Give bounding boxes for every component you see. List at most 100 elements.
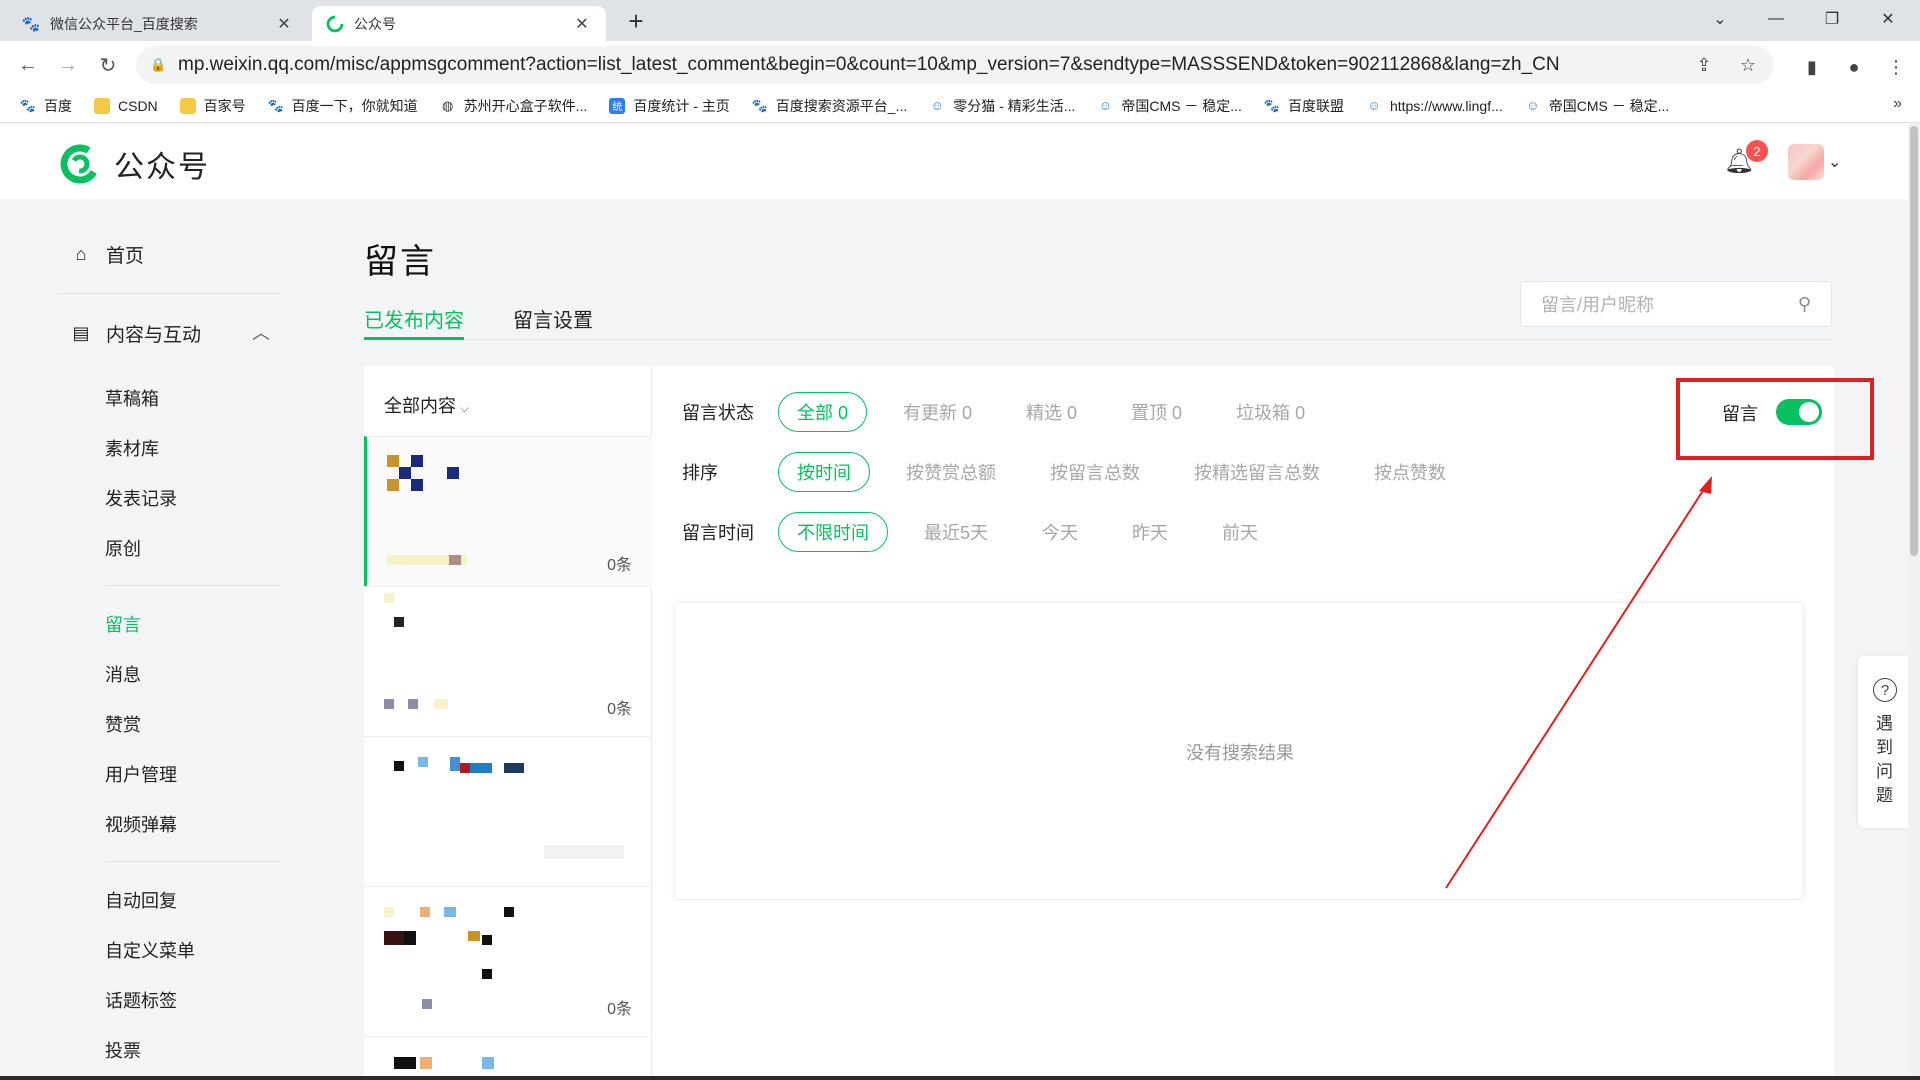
baidu-paw-icon: 🐾: [1263, 97, 1281, 113]
wechat-mp-icon: [326, 15, 344, 33]
brand[interactable]: 公众号: [58, 142, 210, 186]
menu-kebab-icon[interactable]: ⋮: [1884, 55, 1908, 79]
bookmark-item[interactable]: CSDN: [94, 97, 158, 114]
time-today[interactable]: 今天: [1024, 512, 1096, 552]
chevron-down-icon[interactable]: ⌄: [1828, 152, 1841, 172]
sort-by-reward[interactable]: 按赞赏总额: [888, 452, 1014, 492]
sidebar-item-home[interactable]: ⌂ 首页: [70, 241, 144, 268]
tab-comment-settings[interactable]: 留言设置: [513, 304, 593, 333]
sidebar-item-auto-reply[interactable]: 自动回复: [105, 887, 177, 913]
blurred-thumbnail: [447, 467, 459, 479]
tab-published[interactable]: 已发布内容: [364, 304, 464, 333]
sidebar-section-content[interactable]: ▤ 内容与互动: [70, 320, 201, 347]
bookmark-item[interactable]: 🐾 百度联盟: [1264, 96, 1344, 116]
sidepanel-icon[interactable]: ▮: [1800, 55, 1824, 79]
search-placeholder[interactable]: 留言/用户昵称: [1541, 291, 1798, 317]
sort-by-comment-count[interactable]: 按留言总数: [1032, 452, 1158, 492]
sidebar-item-topic-tags[interactable]: 话题标签: [105, 987, 177, 1013]
time-any[interactable]: 不限时间: [778, 512, 888, 552]
blurred-thumbnail: [482, 935, 492, 945]
filter-status-pinned[interactable]: 置顶 0: [1113, 392, 1200, 432]
sidebar-item-comments[interactable]: 留言: [105, 611, 141, 637]
close-window-button[interactable]: ✕: [1860, 0, 1916, 38]
scrollbar-thumb[interactable]: [1910, 126, 1918, 556]
comment-toggle-switch[interactable]: [1776, 399, 1822, 425]
bookmark-item[interactable]: 🐾 百度一下，你就知道: [268, 96, 418, 116]
blurred-text: [422, 999, 432, 1009]
blurred-thumbnail: [384, 907, 394, 917]
search-input[interactable]: 留言/用户昵称 ⚲: [1520, 281, 1832, 327]
page-scrollbar[interactable]: [1908, 124, 1920, 1080]
bookmark-item[interactable]: 百家号: [179, 96, 246, 116]
sidebar-item-materials[interactable]: 素材库: [105, 435, 159, 461]
profile-icon[interactable]: ●: [1842, 55, 1866, 79]
forward-icon[interactable]: →: [54, 51, 82, 79]
filter-status-featured[interactable]: 精选 0: [1008, 392, 1095, 432]
chevron-up-icon[interactable]: ︿: [252, 319, 270, 345]
lock-icon[interactable]: 🔒: [150, 57, 166, 73]
sidebar-item-publish-records[interactable]: 发表记录: [105, 485, 177, 511]
time-yesterday[interactable]: 昨天: [1114, 512, 1186, 552]
share-icon[interactable]: ⇪: [1692, 55, 1716, 76]
list-item[interactable]: 0条: [364, 886, 652, 1036]
sidebar-item-reward[interactable]: 赞赏: [105, 711, 141, 737]
bookmark-item[interactable]: ☺ https://www.lingf...: [1366, 98, 1502, 114]
filter-label: 留言时间: [682, 523, 754, 543]
sidebar-item-original[interactable]: 原创: [105, 535, 141, 561]
list-item[interactable]: 0条: [364, 586, 652, 736]
sidebar-item-users[interactable]: 用户管理: [105, 761, 177, 787]
blurred-text: [384, 699, 394, 709]
bookmark-star-icon[interactable]: ☆: [1736, 55, 1760, 76]
back-icon[interactable]: ←: [14, 51, 42, 79]
time-day-before[interactable]: 前天: [1204, 512, 1276, 552]
folder-icon: [179, 97, 196, 114]
new-tab-button[interactable]: +: [622, 8, 650, 34]
divider: [105, 585, 280, 586]
bookmark-item[interactable]: ◍ 苏州开心盒子软件...: [440, 96, 587, 116]
bookmark-item[interactable]: 🐾 百度搜索资源平台_...: [752, 96, 908, 116]
bookmark-item[interactable]: ☺ 帝国CMS － 稳定...: [1097, 96, 1242, 116]
sort-by-likes[interactable]: 按点赞数: [1356, 452, 1464, 492]
blurred-thumbnail: [482, 969, 492, 979]
sidebar-item-drafts[interactable]: 草稿箱: [105, 385, 159, 411]
filter-status-updated[interactable]: 有更新 0: [885, 392, 990, 432]
close-tab-icon[interactable]: ✕: [572, 14, 592, 34]
close-tab-icon[interactable]: ✕: [274, 14, 294, 34]
filter-status-trash[interactable]: 垃圾箱 0: [1218, 392, 1323, 432]
list-item[interactable]: 0条: [364, 436, 652, 586]
blurred-thumbnail: [460, 763, 470, 773]
sidebar-item-messages[interactable]: 消息: [105, 661, 141, 687]
address-bar[interactable]: 🔒 mp.weixin.qq.com/misc/appmsgcomment?ac…: [136, 46, 1774, 84]
bookmark-item[interactable]: 🐾 百度: [20, 96, 72, 116]
avatar[interactable]: [1788, 144, 1824, 180]
list-item[interactable]: [364, 736, 652, 886]
tab-underline: [364, 337, 464, 340]
sidebar-item-custom-menu[interactable]: 自定义菜单: [105, 937, 195, 963]
cat-icon: ☺: [930, 98, 944, 113]
bookmark-label: 百度: [44, 97, 72, 114]
bookmark-item[interactable]: ☺ 零分猫 - 精彩生活...: [929, 96, 1076, 116]
search-icon[interactable]: ⚲: [1798, 294, 1811, 315]
content-filter-dropdown[interactable]: 全部内容 ⌵: [384, 392, 469, 418]
bookmark-item[interactable]: 统百度统计 - 主页: [609, 96, 730, 116]
sidebar-item-vote[interactable]: 投票: [105, 1037, 141, 1063]
filter-row-status: 留言状态 全部 0 有更新 0 精选 0 置顶 0 垃圾箱 0: [682, 392, 1341, 432]
sidebar-item-video-danmaku[interactable]: 视频弹幕: [105, 811, 177, 837]
sort-by-time[interactable]: 按时间: [778, 452, 870, 492]
url-text[interactable]: mp.weixin.qq.com/misc/appmsgcomment?acti…: [178, 54, 1672, 76]
time-last-5-days[interactable]: 最近5天: [906, 512, 1006, 552]
browser-tab-baidu[interactable]: 🐾 微信公众平台_百度搜索 ✕: [8, 6, 308, 41]
tab-search-icon[interactable]: ⌄: [1692, 0, 1748, 38]
bookmark-item[interactable]: ☺ 帝国CMS － 稳定...: [1525, 96, 1669, 116]
restore-button[interactable]: ❐: [1804, 0, 1860, 38]
filter-status-all[interactable]: 全部 0: [778, 392, 868, 432]
browser-tab-gongzhonghao[interactable]: 公众号 ✕: [312, 6, 606, 41]
more-bookmarks-icon[interactable]: »: [1893, 95, 1902, 113]
minimize-button[interactable]: —: [1748, 0, 1804, 38]
sort-by-featured-count[interactable]: 按精选留言总数: [1176, 452, 1338, 492]
blurred-thumbnail: [394, 761, 404, 771]
help-widget[interactable]: ? 遇到问题: [1858, 656, 1912, 828]
page-title: 留言: [364, 243, 436, 281]
reload-icon[interactable]: ↻: [94, 51, 122, 79]
list-item[interactable]: [364, 1036, 652, 1080]
